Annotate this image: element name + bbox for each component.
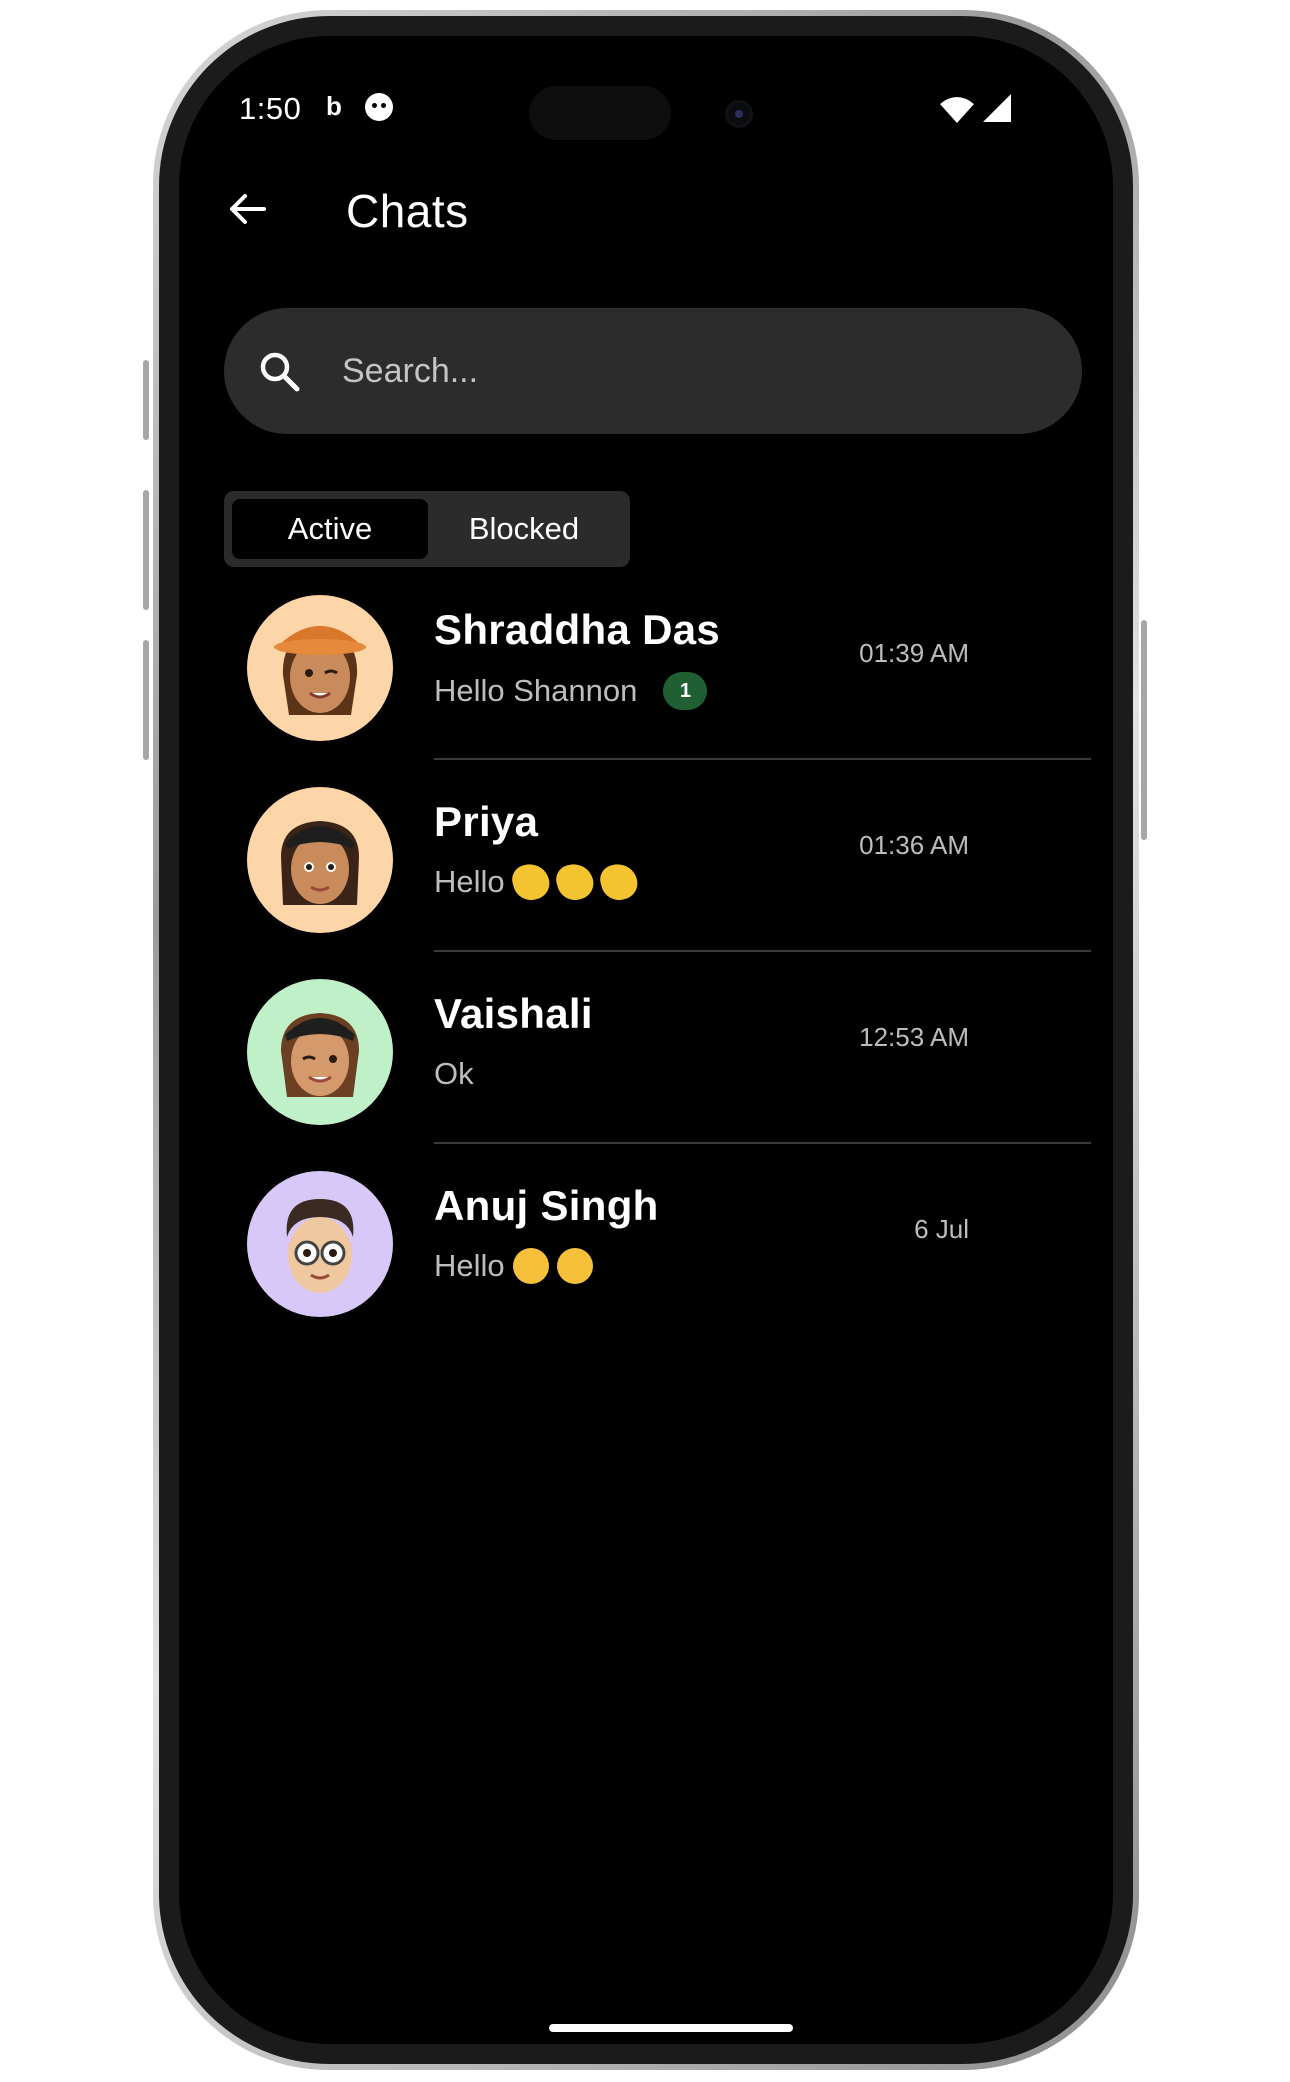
message-time: 01:39 AM [859, 638, 969, 668]
message-time: 01:36 AM [859, 830, 969, 860]
volume-up-button [143, 490, 149, 610]
wave-emoji-icon [508, 859, 553, 905]
search-icon [260, 352, 300, 392]
hug-emoji-icon [556, 1248, 593, 1284]
side-button [143, 360, 149, 440]
message-time: 6 Jul [914, 1214, 969, 1244]
last-message: Hello Shannon 1 [434, 672, 708, 710]
app-screen: 1:50 b Chats Search... Active Blocked Sh… [179, 36, 1113, 2044]
status-time: 1:50 [239, 91, 302, 126]
contact-name: Vaishali [434, 990, 593, 1037]
last-message: Ok [434, 1056, 474, 1092]
phone-frame: 1:50 b Chats Search... Active Blocked Sh… [153, 10, 1139, 2070]
avatar [247, 595, 393, 741]
volume-down-button [143, 640, 149, 760]
chat-row[interactable]: Vaishali Ok 12:53 AM [239, 952, 1091, 1144]
chat-row[interactable]: Priya Hello 01:36 AM [239, 760, 1091, 952]
avatar [247, 787, 393, 933]
avatar [247, 979, 393, 1125]
arrow-left-icon[interactable] [224, 186, 270, 232]
message-text: Ok [434, 1056, 474, 1091]
message-text: Hello [434, 864, 505, 899]
wave-emoji-icon [552, 859, 597, 905]
tab-active[interactable]: Active [232, 499, 428, 559]
home-indicator[interactable] [549, 2024, 793, 2032]
status-bar: 1:50 b [179, 36, 1113, 166]
contact-name: Shraddha Das [434, 606, 721, 653]
contact-name: Priya [434, 798, 539, 845]
message-time: 12:53 AM [859, 1022, 969, 1052]
tab-blocked[interactable]: Blocked [426, 499, 622, 559]
hug-emoji-icon [512, 1248, 549, 1284]
face-icon [365, 93, 393, 121]
wifi-icon [940, 97, 974, 123]
status-notification-b: b [326, 91, 342, 121]
last-message: Hello [434, 859, 641, 905]
search-input[interactable] [342, 344, 1042, 398]
search-bar[interactable] [224, 308, 1082, 434]
phone-bezel: 1:50 b Chats Search... Active Blocked Sh… [159, 16, 1133, 2064]
wave-emoji-icon [596, 859, 641, 905]
avatar [247, 1171, 393, 1317]
front-camera [725, 100, 753, 128]
power-button [1141, 620, 1147, 840]
unread-badge: 1 [663, 672, 708, 710]
contact-name: Anuj Singh [434, 1182, 659, 1229]
signal-icon [983, 94, 1011, 122]
chat-row[interactable]: Shraddha Das Hello Shannon 1 01:39 AM [239, 568, 1091, 760]
chat-row[interactable]: Anuj Singh Hello 6 Jul [239, 1144, 1079, 1336]
message-text: Hello [434, 1248, 505, 1283]
tab-switcher: Active Blocked [224, 491, 630, 567]
dynamic-island [529, 86, 671, 140]
message-text: Hello Shannon [434, 673, 638, 708]
last-message: Hello [434, 1248, 593, 1284]
page-title: Chats [346, 185, 469, 237]
